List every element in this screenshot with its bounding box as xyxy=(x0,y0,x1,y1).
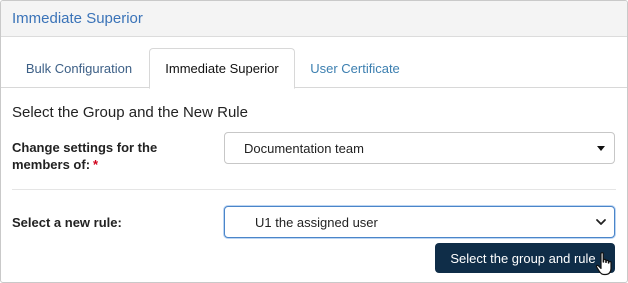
immediate-superior-panel: Immediate Superior Bulk Configuration Im… xyxy=(0,0,628,283)
tab-bulk-configuration[interactable]: Bulk Configuration xyxy=(12,48,146,88)
hand-pointer-icon xyxy=(595,252,612,276)
select-group-and-rule-button[interactable]: Select the group and rule xyxy=(435,243,615,273)
group-select-value: Documentation team xyxy=(244,140,364,156)
section-title: Select the Group and the New Rule xyxy=(12,104,248,121)
tab-immediate-superior[interactable]: Immediate Superior xyxy=(149,48,295,89)
chevron-down-icon xyxy=(596,219,606,225)
rule-select[interactable]: U1 the assigned user xyxy=(224,206,615,238)
caret-down-icon xyxy=(597,146,605,151)
tab-bar: Bulk Configuration Immediate Superior Us… xyxy=(1,38,627,89)
rule-select-value: U1 the assigned user xyxy=(255,214,378,230)
group-select[interactable]: Documentation team xyxy=(224,132,615,164)
panel-header: Immediate Superior xyxy=(1,1,627,37)
divider xyxy=(12,189,616,190)
rule-label: Select a new rule: xyxy=(12,215,122,230)
tab-user-certificate[interactable]: User Certificate xyxy=(299,48,411,88)
required-marker: * xyxy=(93,157,99,172)
group-label-text: Change settings for the members of: xyxy=(12,140,158,172)
panel-title: Immediate Superior xyxy=(12,10,143,27)
group-label: Change settings for the members of: * xyxy=(12,139,202,173)
